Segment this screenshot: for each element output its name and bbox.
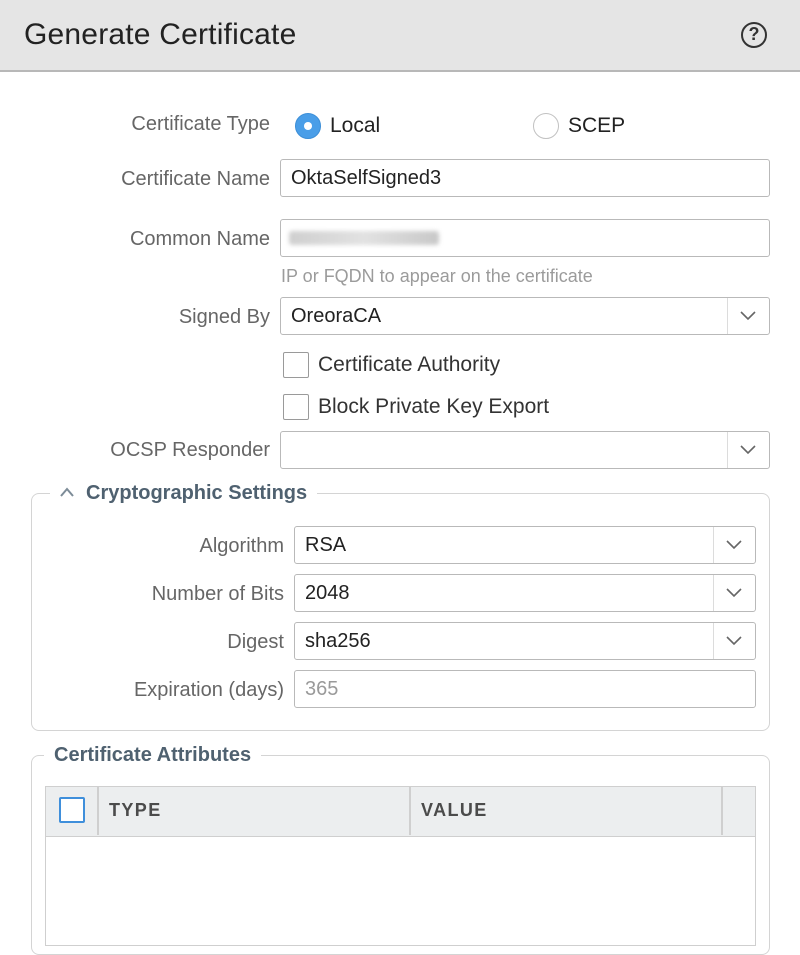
chevron-down-icon[interactable] xyxy=(740,307,756,323)
digest-select[interactable]: sha256 xyxy=(294,622,756,660)
select-all-checkbox[interactable] xyxy=(59,797,85,823)
attributes-table: TYPE VALUE xyxy=(45,786,756,946)
digest-label: Digest xyxy=(227,631,284,653)
certificate-type-label: Certificate Type xyxy=(131,113,270,135)
common-name-input[interactable] xyxy=(280,219,770,257)
attributes-table-header: TYPE VALUE xyxy=(46,787,755,837)
certificate-attributes-legend: Certificate Attributes xyxy=(44,744,262,767)
ocsp-responder-select[interactable] xyxy=(280,431,770,469)
column-type[interactable]: TYPE xyxy=(109,800,162,821)
dialog-title: Generate Certificate xyxy=(24,18,297,51)
block-private-key-export-label[interactable]: Block Private Key Export xyxy=(318,395,549,419)
local-radio-label[interactable]: Local xyxy=(330,114,380,138)
algorithm-value: RSA xyxy=(305,534,347,556)
chevron-up-icon[interactable] xyxy=(60,487,74,497)
chevron-down-icon[interactable] xyxy=(726,536,742,552)
signed-by-label: Signed By xyxy=(178,306,270,328)
algorithm-label: Algorithm xyxy=(199,535,284,557)
block-private-key-export-checkbox[interactable] xyxy=(283,394,309,420)
expiration-label: Expiration (days) xyxy=(133,679,284,701)
number-of-bits-value: 2048 xyxy=(305,582,350,604)
common-name-hint: IP or FQDN to appear on the certificate xyxy=(281,266,593,286)
cryptographic-settings-legend[interactable]: Cryptographic Settings xyxy=(50,482,318,505)
certificate-authority-label[interactable]: Certificate Authority xyxy=(318,353,500,377)
column-value[interactable]: VALUE xyxy=(421,800,488,821)
number-of-bits-select[interactable]: 2048 xyxy=(294,574,756,612)
certificate-authority-checkbox[interactable] xyxy=(283,352,309,378)
dialog-titlebar: Generate Certificate ? xyxy=(0,0,800,72)
cryptographic-settings-title: Cryptographic Settings xyxy=(86,482,308,504)
local-radio[interactable] xyxy=(295,113,321,139)
help-icon[interactable]: ? xyxy=(741,22,767,48)
redacted-value xyxy=(289,231,439,245)
certificate-name-label: Certificate Name xyxy=(121,168,270,190)
scep-radio-label[interactable]: SCEP xyxy=(568,114,625,138)
chevron-down-icon[interactable] xyxy=(726,632,742,648)
digest-value: sha256 xyxy=(305,630,371,652)
scep-radio[interactable] xyxy=(533,113,559,139)
algorithm-select[interactable]: RSA xyxy=(294,526,756,564)
certificate-name-input[interactable]: OktaSelfSigned3 xyxy=(280,159,770,197)
chevron-down-icon[interactable] xyxy=(726,584,742,600)
signed-by-value: OreoraCA xyxy=(291,305,382,327)
ocsp-responder-label: OCSP Responder xyxy=(110,439,270,461)
common-name-label: Common Name xyxy=(129,228,270,250)
signed-by-select[interactable]: OreoraCA xyxy=(280,297,770,335)
chevron-down-icon[interactable] xyxy=(740,441,756,457)
expiration-input[interactable]: 365 xyxy=(294,670,756,708)
number-of-bits-label: Number of Bits xyxy=(151,583,284,605)
